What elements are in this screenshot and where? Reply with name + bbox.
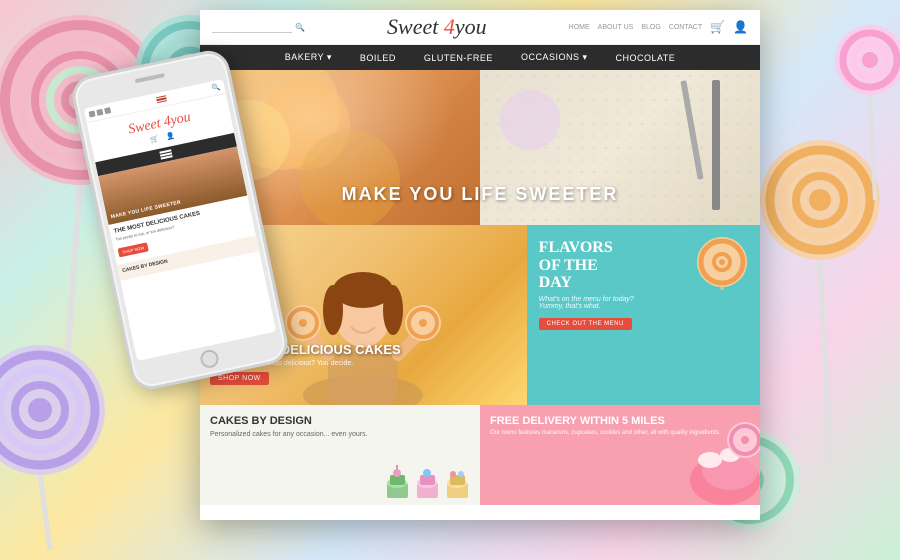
phone-social-icon-f bbox=[88, 110, 95, 117]
cakes-design-subtitle: Personalized cakes for any occasion... e… bbox=[210, 430, 470, 439]
nav-link-home[interactable]: HOME bbox=[569, 24, 590, 31]
desktop-search-icon[interactable]: 🔍 bbox=[295, 23, 305, 32]
mid-section-right: FLAVORSOF THEDAY What's on the menu for … bbox=[527, 225, 760, 405]
phone-search-icon[interactable]: 🔍 bbox=[211, 83, 221, 93]
phone-shop-btn[interactable]: SHOP NOW bbox=[117, 242, 148, 257]
desktop-cart-icons: HOME ABOUT US BLOG CONTACT 🛒 👤 bbox=[569, 20, 748, 34]
flavors-box: FLAVORSOF THEDAY What's on the menu for … bbox=[527, 225, 760, 405]
nav-link-blog[interactable]: BLOG bbox=[641, 24, 660, 31]
cakes-design-box: CAKES BY DESIGN Personalized cakes for a… bbox=[200, 405, 480, 505]
flavors-sub-text: What's on the menu for today?Yummy, that… bbox=[539, 296, 634, 310]
nav-link-contact[interactable]: CONTACT bbox=[669, 24, 702, 31]
flavors-lollipop bbox=[695, 235, 750, 290]
desktop-top-bar: 🔍 Sweet 4you HOME ABOUT US BLOG CONTACT … bbox=[200, 10, 760, 45]
desktop-search-bar: 🔍 bbox=[212, 21, 305, 33]
nav-gluten[interactable]: GLUTEN-FREE bbox=[420, 46, 497, 70]
nav-link-about[interactable]: ABOUT US bbox=[598, 24, 634, 31]
cake-decorations bbox=[385, 465, 470, 500]
nav-boiled[interactable]: BOILED bbox=[356, 46, 400, 70]
desktop-logo-area: Sweet 4you bbox=[305, 14, 569, 40]
desktop-hero: MAKE YOU LIFE SWEETER bbox=[200, 70, 760, 225]
phone-menu-hamburger[interactable] bbox=[159, 149, 172, 159]
desktop-nav: BAKERY ▾ BOILED GLUTEN-FREE OCCASIONS ▾ … bbox=[200, 45, 760, 70]
flavors-subtitle: What's on the menu for today?Yummy, that… bbox=[539, 296, 748, 310]
cakes-design-title: CAKES BY DESIGN bbox=[210, 415, 470, 427]
phone-hamburger-icon[interactable] bbox=[156, 95, 167, 103]
hero-main-text: MAKE YOU LIFE SWEETER bbox=[342, 184, 619, 204]
phone-home-button[interactable] bbox=[199, 348, 220, 369]
desktop-user-icon[interactable]: 👤 bbox=[733, 20, 748, 34]
nav-chocolate[interactable]: CHOCOLATE bbox=[611, 46, 679, 70]
desktop-search-input[interactable] bbox=[212, 21, 292, 33]
logo-number: 4 bbox=[444, 14, 455, 39]
free-delivery-box: FREE DELIVERY WITHIN 5 MILES Our menu fe… bbox=[480, 405, 760, 505]
desktop-bottom-section: CAKES BY DESIGN Personalized cakes for a… bbox=[200, 405, 760, 505]
desktop-top-nav-links: HOME ABOUT US BLOG CONTACT bbox=[569, 24, 702, 31]
flavors-title-text: FLAVORSOF THEDAY bbox=[539, 239, 613, 291]
phone-social-icon-g bbox=[104, 107, 111, 114]
desktop-mockup: 🔍 Sweet 4you HOME ABOUT US BLOG CONTACT … bbox=[200, 10, 760, 520]
delivery-decoration bbox=[675, 420, 760, 505]
phone-cart-icon[interactable]: 🛒 bbox=[149, 135, 159, 145]
desktop-top-left: 🔍 bbox=[212, 21, 305, 33]
phone-social-icon-t bbox=[96, 109, 103, 116]
phone-user-icon[interactable]: 👤 bbox=[166, 131, 176, 141]
desktop-mid-section: THE MOST DELICIOUS CAKES Too pretty to e… bbox=[200, 225, 760, 405]
desktop-logo: Sweet 4you bbox=[387, 14, 487, 39]
nav-bakery[interactable]: BAKERY ▾ bbox=[281, 45, 336, 70]
phone-speaker bbox=[135, 73, 165, 83]
hero-text-overlay: MAKE YOU LIFE SWEETER bbox=[200, 184, 760, 205]
flavors-button[interactable]: CHECK OUT THE MENU bbox=[539, 318, 632, 330]
phone-social-icons bbox=[88, 107, 111, 117]
desktop-cart-icon[interactable]: 🛒 bbox=[710, 20, 725, 34]
nav-occasions[interactable]: OCCASIONS ▾ bbox=[517, 45, 592, 70]
